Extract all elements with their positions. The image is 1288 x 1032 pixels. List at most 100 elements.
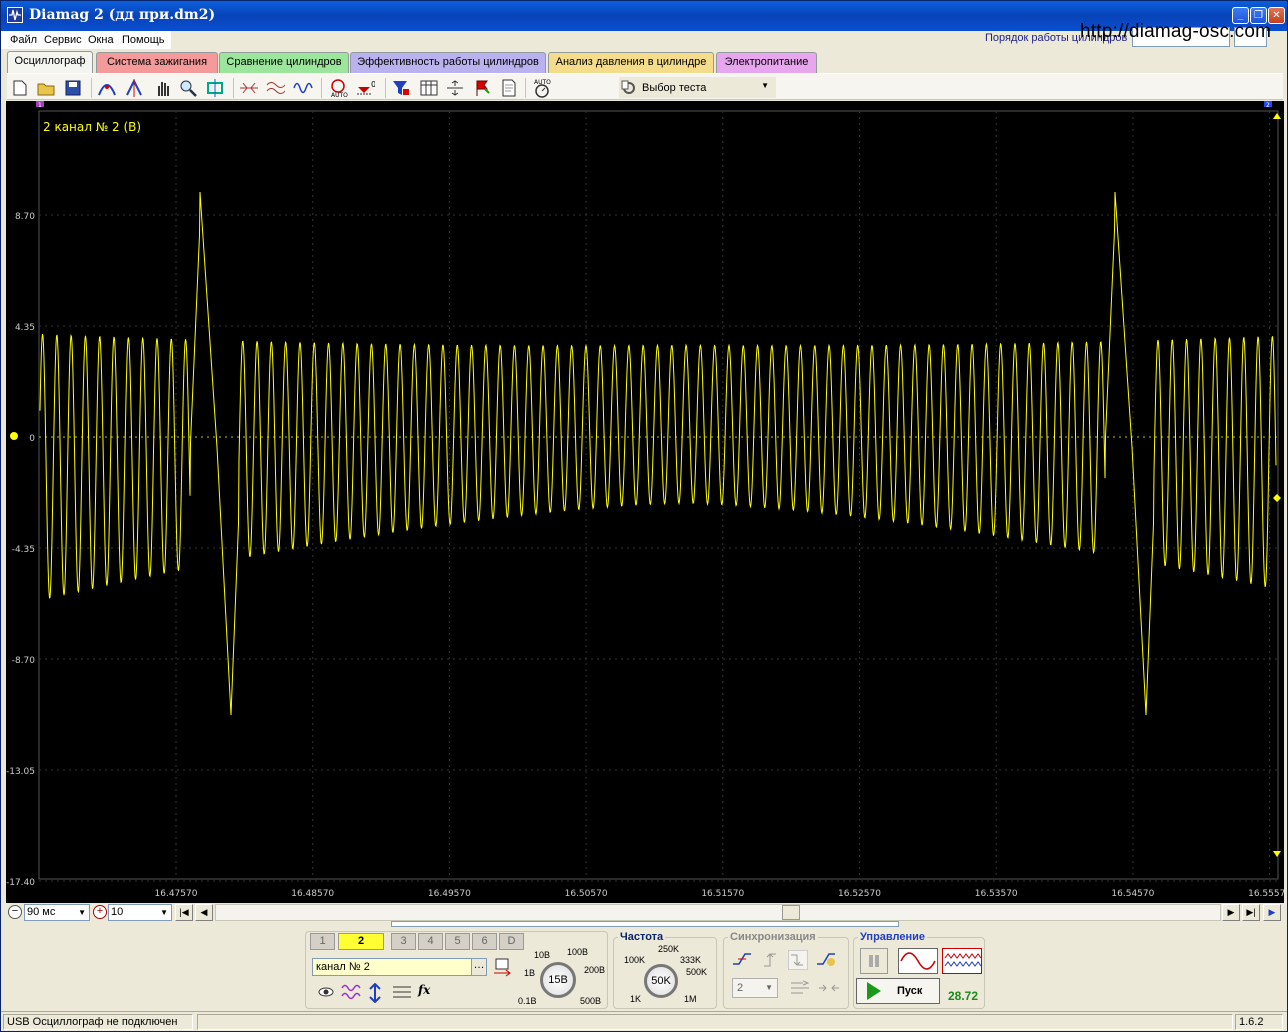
channel-5-button[interactable]: 5 — [445, 933, 470, 950]
tab-pressure-analysis[interactable]: Анализ давления в цилиндре — [548, 52, 714, 73]
filter-icon[interactable] — [391, 78, 411, 98]
math-function-icon[interactable]: fx — [418, 983, 438, 1003]
menu-file[interactable]: Файл — [10, 34, 37, 46]
y-tick-label: -4.35 — [12, 545, 35, 555]
freq-label-1m: 1M — [684, 994, 697, 1004]
table-grid-icon[interactable] — [419, 78, 439, 98]
multi-wave-icon — [944, 953, 982, 967]
count-select[interactable]: 10 ▼ — [108, 904, 172, 921]
save-icon[interactable] — [63, 78, 83, 98]
last-frame-button[interactable]: ▶| — [1242, 904, 1260, 921]
channel-name-browse-button[interactable]: … — [471, 958, 487, 976]
waveform-plot[interactable]: 8.70 4.35 0 -4.35 -8.70 -13.05 -17.40 16.47570 1… — [6, 101, 1284, 903]
menu-service[interactable]: Сервис — [44, 34, 82, 46]
cursor-arc-icon[interactable] — [97, 78, 117, 98]
split-vertical-icon[interactable] — [445, 78, 465, 98]
x-tick-label: 16.55570 — [1248, 889, 1284, 899]
sync-channel-value: 2 — [737, 982, 744, 994]
x-tick-label: 16.48570 — [291, 889, 334, 899]
tab-cylinder-efficiency[interactable]: Эффективность работы цилиндров — [350, 52, 546, 73]
hand-pan-icon[interactable] — [153, 78, 173, 98]
zoom-out-icon[interactable]: − — [8, 905, 22, 919]
menu-windows[interactable]: Окна — [88, 34, 114, 46]
menu-help[interactable]: Помощь — [122, 34, 165, 46]
test-select-dropdown[interactable]: Выбор теста ▼ — [619, 77, 776, 98]
channel-settings-icon[interactable] — [492, 958, 512, 978]
menu-bar: Файл Сервис Окна Помощь — [1, 31, 171, 49]
play-icon — [867, 982, 881, 1000]
new-file-icon[interactable] — [10, 78, 30, 98]
sync-up-icon[interactable] — [760, 950, 780, 970]
channel-6-button[interactable]: 6 — [472, 933, 497, 950]
vertical-offset-icon[interactable] — [366, 982, 386, 1004]
scale-fit-icon[interactable] — [205, 78, 225, 98]
status-version: 1.6.2 — [1235, 1014, 1283, 1030]
invert-signal-icon[interactable] — [341, 983, 361, 1003]
auto-trigger-icon[interactable]: AUTO — [532, 78, 552, 98]
play-forward-button[interactable]: ▶ — [1263, 904, 1281, 921]
channel-2-button[interactable]: 2 — [338, 933, 384, 950]
continuous-wave-button[interactable] — [942, 948, 982, 974]
signal-trace — [39, 191, 1277, 716]
open-folder-icon[interactable] — [36, 78, 56, 98]
freq-label-1k: 1K — [630, 994, 642, 1004]
timebase-value: 90 мс — [27, 906, 56, 918]
sync-title: Синхронизация — [728, 931, 818, 943]
tab-ignition[interactable]: Система зажигания — [96, 52, 218, 73]
channel-3-button[interactable]: 3 — [391, 933, 416, 950]
sync-level-icon[interactable] — [790, 980, 810, 998]
marker-left-label: 1 — [38, 102, 42, 109]
wave-compare-icon[interactable] — [293, 78, 313, 98]
compress-signal-icon[interactable] — [239, 78, 259, 98]
x-tick-label: 16.54570 — [1111, 889, 1154, 899]
single-wave-button[interactable] — [898, 948, 938, 974]
start-button[interactable]: Пуск — [856, 978, 940, 1004]
channel-label: 2 канал № 2 (В) — [43, 120, 141, 134]
zoom-in-icon[interactable]: + — [93, 905, 107, 919]
voltage-range-knob[interactable]: 10В 100В 200В 1В 0.1В 500В 15В — [512, 947, 608, 1008]
sync-center-icon[interactable] — [818, 980, 840, 998]
time-scrollbar-thumb[interactable] — [782, 905, 800, 920]
line-style-icon[interactable] — [392, 983, 412, 1003]
next-frame-button[interactable]: ▶ — [1222, 904, 1240, 921]
measure-cursor-icon[interactable] — [124, 78, 144, 98]
channel-buttons: 1 2 3 4 5 6 D — [310, 933, 526, 951]
document-notes-icon[interactable] — [499, 78, 519, 98]
sync-auto-icon[interactable] — [816, 950, 838, 970]
app-window: Diamag 2 (дд при.dm2) _ ❐ ✕ Файл Сервис … — [0, 0, 1288, 1032]
channel-4-button[interactable]: 4 — [418, 933, 443, 950]
sync-down-icon[interactable] — [788, 950, 808, 970]
sync-channel-select[interactable]: 2 ▼ — [732, 978, 778, 998]
y-tick-label: -13.05 — [6, 767, 35, 777]
sync-panel: Синхронизация 2 ▼ — [723, 931, 849, 1009]
range-label-0-1v: 0.1В — [518, 996, 537, 1006]
tab-power-supply[interactable]: Электропитание — [716, 52, 817, 73]
overlay-signals-icon[interactable] — [266, 78, 286, 98]
timebase-select[interactable]: 90 мс ▼ — [24, 904, 90, 921]
tab-oscilloscope[interactable]: Осциллограф — [7, 51, 93, 73]
first-frame-button[interactable]: |◀ — [175, 904, 193, 921]
test-gear-icon — [621, 80, 635, 94]
scroll-down-arrow — [1273, 851, 1281, 857]
view-range-slider[interactable] — [391, 921, 899, 927]
marker-flag-icon[interactable] — [472, 78, 492, 98]
prev-frame-button[interactable]: ◀ — [195, 904, 213, 921]
zoom-icon[interactable] — [178, 78, 198, 98]
range-label-500v: 500В — [580, 996, 602, 1006]
oscilloscope-display[interactable]: 8.70 4.35 0 -4.35 -8.70 -13.05 -17.40 16.47570 1… — [6, 101, 1284, 903]
pause-button[interactable] — [860, 948, 888, 974]
sync-rising-edge-icon[interactable] — [732, 950, 752, 970]
zero-level-marker — [10, 432, 18, 440]
frequency-knob[interactable]: 50K — [644, 964, 678, 998]
chevron-down-icon: ▼ — [761, 81, 769, 90]
channel-name-input[interactable]: канал № 2 — [312, 958, 476, 976]
time-scrollbar-track[interactable] — [215, 904, 1221, 921]
tab-cylinder-compare[interactable]: Сравнение цилиндров — [219, 52, 349, 73]
channel-1-button[interactable]: 1 — [310, 933, 335, 950]
chevron-down-icon: ▼ — [765, 983, 773, 992]
count-value: 10 — [111, 906, 124, 918]
sine-wave-icon — [900, 952, 936, 970]
zero-level-icon[interactable]: 0 — [355, 78, 375, 98]
visibility-eye-icon[interactable] — [316, 983, 336, 1003]
auto-scale-icon[interactable]: AUTO — [328, 78, 348, 98]
